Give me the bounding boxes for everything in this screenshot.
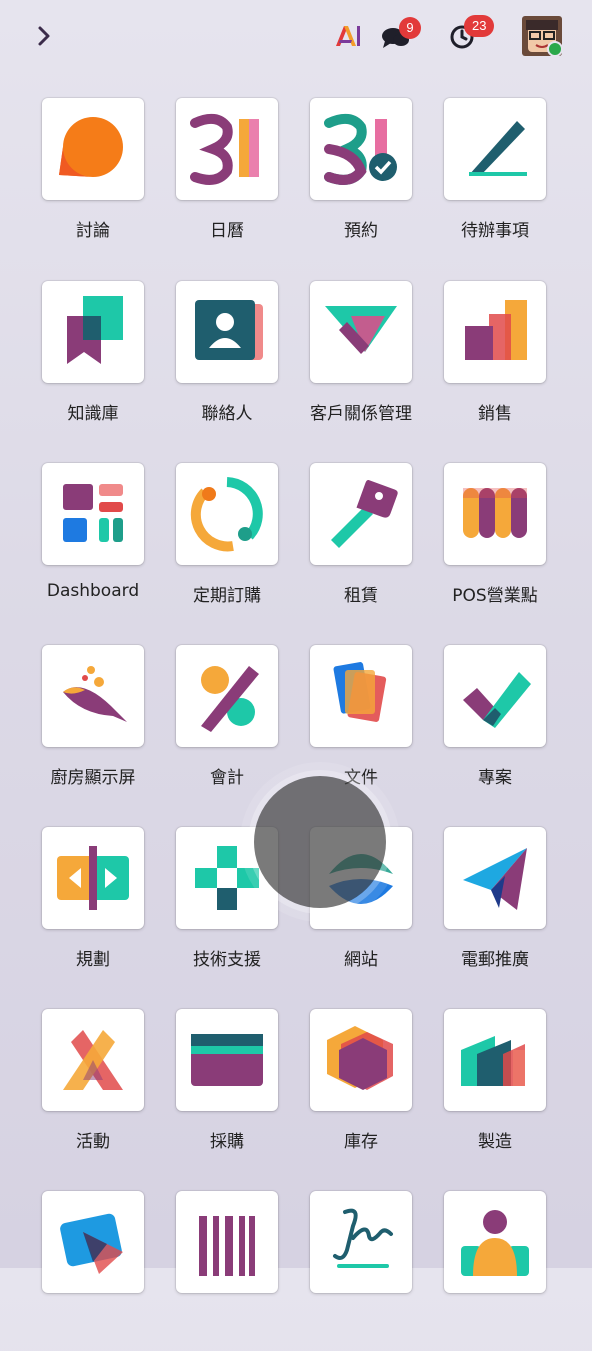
app-label: 預約 [344,221,378,241]
app-icon-25 [42,1191,144,1293]
app-label: 技術支援 [193,950,261,970]
inventory-icon [310,1009,412,1111]
calendar-icon [176,98,278,200]
app-label: 電郵推廣 [461,950,529,970]
touch-indicator [254,776,386,908]
rental-icon [310,463,412,565]
app-label: 活動 [76,1132,110,1152]
app-sales[interactable]: 銷售 [436,281,570,441]
app-label: 製造 [478,1132,512,1152]
app-label: 網站 [344,950,378,970]
contacts-icon [176,281,278,383]
activities-button[interactable]: 23 [448,15,495,51]
project-icon [444,645,546,747]
user-avatar[interactable] [522,16,563,57]
app-label: 討論 [76,221,110,241]
app-calendar[interactable]: 日曆 [168,98,302,258]
documents-icon [310,645,412,747]
app-label: 專案 [478,768,512,788]
sales-icon [444,281,546,383]
app-sign[interactable] [302,1191,436,1351]
app-project[interactable]: 專案 [436,645,570,805]
app-label: 採購 [210,1132,244,1152]
app-label: Dashboard [46,581,140,601]
app-accounting[interactable]: 會計 [168,645,302,805]
chevron-right-icon[interactable] [34,24,54,48]
app-pos[interactable]: POS營業點 [436,463,570,623]
app-label: POS營業點 [452,586,538,606]
app-manufacturing[interactable]: 製造 [436,1009,570,1169]
app-label: 廚房顯示屏 [50,768,136,788]
app-label: 銷售 [478,404,512,424]
app-icon-26 [176,1191,278,1293]
top-bar: 9 23 [0,0,592,76]
app-label: 會計 [210,768,244,788]
accounting-icon [176,645,278,747]
knowledge-icon [42,281,144,383]
app-label: 客戶關係管理 [310,404,412,424]
subscriptions-icon [176,463,278,565]
app-subscriptions[interactable]: 定期訂購 [168,463,302,623]
app-email-marketing[interactable]: 電郵推廣 [436,827,570,987]
kitchen-display-icon [42,645,144,747]
planning-icon [42,827,144,929]
messages-button[interactable]: 9 [381,17,421,51]
manufacturing-icon [444,1009,546,1111]
crm-icon [310,281,412,383]
pos-icon [444,463,546,565]
app-inventory[interactable]: 庫存 [302,1009,436,1169]
app-label: 日曆 [210,221,244,241]
app-purchase[interactable]: 採購 [168,1009,302,1169]
app-discuss[interactable]: 討論 [34,98,168,258]
app-label: 租賃 [344,586,378,606]
sign-icon [310,1191,412,1293]
app-knowledge[interactable]: 知識庫 [34,281,168,441]
events-icon [42,1009,144,1111]
app-label: 定期訂購 [193,586,261,606]
app-crm[interactable]: 客戶關係管理 [302,281,436,441]
app-label: 待辦事項 [461,221,529,241]
discuss-icon [42,98,144,200]
messages-count-badge: 9 [399,17,421,39]
app-contacts[interactable]: 聯絡人 [168,281,302,441]
app-appointments[interactable]: 預約 [302,98,436,258]
purchase-icon [176,1009,278,1111]
app-employees[interactable] [436,1191,570,1351]
todo-icon [444,98,546,200]
employees-icon [444,1191,546,1293]
dashboard-icon [42,463,144,565]
email-marketing-icon [444,827,546,929]
app-rental[interactable]: 租賃 [302,463,436,623]
app-todo[interactable]: 待辦事項 [436,98,570,258]
online-status-indicator [547,41,563,57]
app-kitchen-display[interactable]: 廚房顯示屏 [34,645,168,805]
app-label: 知識庫 [67,404,119,424]
appointment-icon [310,98,412,200]
app-dashboard[interactable]: Dashboard [34,463,168,623]
app-label: 庫存 [344,1132,378,1152]
activities-count-badge: 23 [464,15,495,37]
app-planning[interactable]: 規劃 [34,827,168,987]
app-events[interactable]: 活動 [34,1009,168,1169]
app-label: 聯絡人 [201,404,253,424]
ai-icon[interactable] [334,24,362,48]
app-label: 規劃 [76,950,110,970]
app-tile-26[interactable] [168,1191,302,1351]
app-tile-25[interactable] [34,1191,168,1351]
